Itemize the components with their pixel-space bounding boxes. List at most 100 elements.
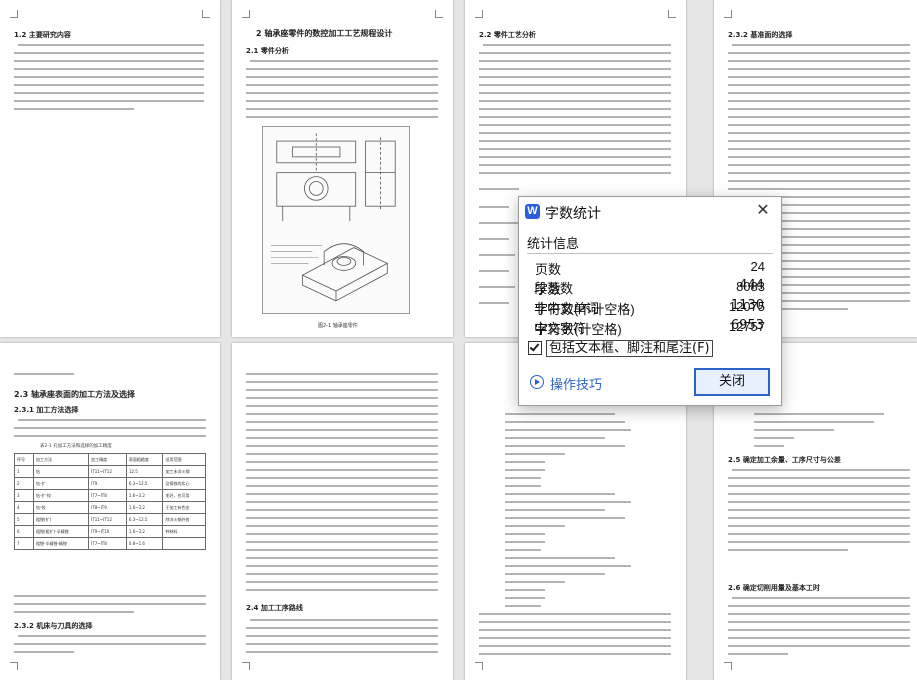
text-line [728,525,910,527]
tips-link[interactable]: 操作技巧 [550,374,602,393]
text-line [479,148,671,150]
corner-mark [202,10,210,18]
table-cell: 及铸铁的实心 [162,477,206,490]
text-line [246,437,438,439]
play-tips-icon[interactable] [530,375,544,389]
page-heading: 2.2 零件工艺分析 [479,31,536,39]
text-line [728,541,910,543]
page-heading: 2.3.2 基准面的选择 [728,31,793,39]
table-row: 3 钻-扩-铰 IT7~IT8 1.6~3.2 毛坯，也可用 [13,489,206,502]
table-row: 6 粗镗(粗扩)-半精镗 IT9~IT10 1.6~3.2 种材料 [13,525,206,538]
table-cell: 于加工有色金 [162,501,206,514]
text-line [479,613,671,615]
table-row: 7 粗镗-半精镗-精镗 IT7~IT8 0.8~1.6 [13,537,206,550]
section-heading: 2.5 确定加工余量、工序尺寸与公差 [728,456,841,464]
table-cell: IT9 [88,477,127,490]
corner-mark [475,662,483,670]
stat-value: 6953 [730,318,764,333]
table-cell: 1.6~3.2 [125,489,164,502]
text-line [728,180,910,182]
text-line [479,52,671,54]
close-button[interactable]: 关闭 [694,368,770,396]
text-line [479,286,515,288]
text-line [505,437,605,439]
text-line [728,501,910,503]
text-line [14,60,204,62]
close-icon[interactable]: ✕ [753,201,773,221]
corner-mark [435,10,443,18]
text-line [754,421,874,423]
stat-label: 非中文单词 [534,302,600,317]
text-line [728,84,910,86]
text-line [18,419,206,421]
part-drawing-image [270,133,396,302]
text-line [728,621,910,623]
text-line [18,44,204,46]
table-caption: 表2-1 孔加工方法和选择的加工精度 [40,444,112,449]
text-line [505,485,541,487]
document-page-2[interactable]: 2 轴承座零件的数控加工工艺规程设计 2.1 零件分析 图2-1 轴承座零件 [232,0,453,337]
dialog-header[interactable]: W 字数统计 ✕ [519,197,781,227]
table-cell: 5 [13,513,35,526]
text-line [483,44,671,46]
corner-mark [475,10,483,18]
page-title: 2 轴承座零件的数控加工工艺规程设计 [256,29,393,38]
table-cell: 除淬火钢外各 [162,513,206,526]
table-cell: 3 [13,489,35,502]
corner-mark [242,10,250,18]
text-line [246,469,438,471]
text-line [728,164,910,166]
table-cell: 表面粗糙度 [125,453,164,466]
text-line [505,445,625,447]
table-cell: 6.3~12.5 [125,513,164,526]
text-line [479,124,671,126]
text-line [728,549,848,551]
text-line [505,525,565,527]
text-line [728,533,910,535]
text-line [246,557,438,559]
text-line [505,469,545,471]
processing-method-table: 序号 加工方法 加工精度 表面粗糙度 适用范围 1 钻 IT11~IT12 12.5 加工未淬火钢… [13,453,206,550]
text-line [14,108,134,110]
text-line [505,557,615,559]
document-page-6[interactable]: 2.4 加工工序路线 [232,343,453,680]
text-line [246,565,438,567]
corner-mark [10,10,18,18]
include-textbox-checkbox[interactable] [528,341,542,355]
divider [527,253,773,254]
text-line [246,413,438,415]
text-line [479,254,515,256]
table-cell: 6 [13,525,35,538]
text-line [505,533,545,535]
text-line [246,643,438,645]
table-cell: 1.6~3.2 [125,501,164,514]
text-line [732,44,910,46]
include-textbox-label[interactable]: 包括文本框、脚注和尾注(F) [546,340,713,357]
text-line [505,453,565,455]
dialog-title: 字数统计 [545,205,601,221]
text-line [728,124,910,126]
text-line [250,619,438,621]
text-line [479,621,671,623]
text-line [728,629,910,631]
table-cell: 粗镗(扩) [33,513,90,526]
text-line [479,302,509,304]
text-line [14,76,204,78]
text-line [505,573,605,575]
table-row: 2 钻-扩 IT9 6.3~12.5 及铸铁的实心 [13,477,206,490]
table-cell: 1 [13,465,35,478]
table-cell: 0.8~1.6 [125,537,164,550]
text-line [479,637,671,639]
document-page-5[interactable]: 2.3 轴承座表面的加工方法及选择 2.3.1 加工方法选择 表2-1 孔加工方… [0,343,220,680]
text-line [728,493,910,495]
text-line [505,565,631,567]
text-line [728,485,910,487]
text-line [728,100,910,102]
text-line [754,445,784,447]
document-page-1[interactable]: 1.2 主要研究内容 [0,0,220,337]
stat-label: 页数 [535,262,562,277]
stat-row-non-chinese-words: 非中文单词 1130 [534,298,764,318]
text-line [246,373,438,375]
text-line [246,589,438,591]
chapter-heading: 2.3 轴承座表面的加工方法及选择 [14,390,135,399]
